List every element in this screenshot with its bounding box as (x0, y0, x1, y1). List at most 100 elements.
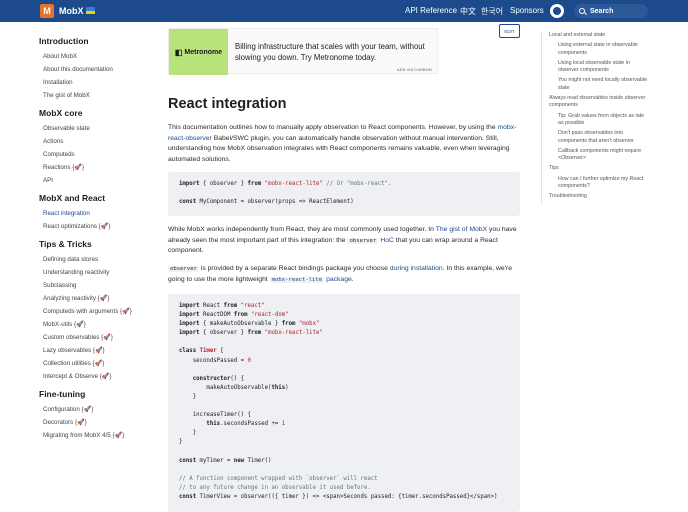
sidebar-item-collection-utilities[interactable]: Collection utilities {🚀} (39, 357, 154, 370)
package-link[interactable]: package (326, 276, 352, 283)
sidebar-item-configuration[interactable]: Configuration {🚀} (39, 403, 154, 416)
sidebar-item-lazy-observables[interactable]: Lazy observables {🚀} (39, 344, 154, 357)
sidebar-section-introduction[interactable]: Introduction (39, 34, 154, 48)
gist-of-mobx-link[interactable]: The gist of MobX (436, 226, 487, 233)
ad-via-carbon[interactable]: ADS VIA CARBON (397, 68, 432, 72)
github-icon[interactable] (550, 4, 564, 18)
code-line: } (179, 393, 197, 400)
ukraine-flag-icon (86, 7, 95, 14)
toc-item-using-local-observable-state-in-observer-components[interactable]: Using local observable state in observer… (542, 60, 649, 75)
inline-code-observer: observer (168, 266, 199, 272)
sidebar-item-analyzing-reactivity[interactable]: Analyzing reactivity {🚀} (39, 292, 154, 305)
code-line: import { observer } from "mobx-react-lit… (179, 181, 392, 187)
toc-item-tip-grab-values-from-objects-as-late-as-possible[interactable]: Tip: Grab values from objects as late as… (542, 113, 649, 128)
integration-paragraph: While MobX works independently from Reac… (168, 225, 520, 257)
carbon-ad[interactable]: ◧ Metronome Billing infrastructure that s… (168, 28, 438, 75)
sidebar-item-reactions[interactable]: Reactions {🚀} (39, 161, 154, 174)
sidebar-item-migrating-from-mobx-4-5[interactable]: Migrating from MobX 4/5 {🚀} (39, 429, 154, 442)
inline-code-observer: observer (347, 237, 379, 244)
code-line: constructor() { (192, 375, 245, 382)
sidebar-section-mobx-and-react[interactable]: MobX and React (39, 191, 154, 205)
brand-name[interactable]: MobX (59, 6, 84, 16)
toc-item-don-t-pass-observables-into-components-that-aren-t-observer[interactable]: Don't pass observables into components t… (542, 130, 649, 145)
sidebar-item-computeds[interactable]: Computeds (39, 148, 154, 161)
sidebar-item-decorators[interactable]: Decorators {🚀} (39, 416, 154, 429)
code-line: // A function component wrapped with `ob… (179, 475, 378, 482)
text: Babel/SWC plugin, you can automatically … (168, 134, 510, 164)
sidebar-item-installation[interactable]: Installation (39, 76, 154, 89)
code-line: this.secondsPassed += 1 (206, 421, 286, 428)
code-line: import ReactDOM from "react-dom" (179, 312, 289, 319)
code-line: import { makeAutoObservable } from "mobx… (179, 321, 320, 328)
inline-code-mobx-react-lite[interactable]: mobx-react-lite (269, 276, 325, 283)
toc-item-using-external-state-in-observable-components[interactable]: Using external state in observable compo… (542, 42, 649, 57)
navbar: M MobX API Reference 中文 한국어 Sponsors Sea… (0, 0, 688, 22)
sidebar-item-intercept-observe[interactable]: Intercept & Observe {🚀} (39, 370, 154, 383)
toc-item-local-and-external-state[interactable]: Local and external state (542, 32, 649, 39)
sidebar-item-mobx-utils[interactable]: MobX-utils {🚀} (39, 318, 154, 331)
intro-paragraph: This documentation outlines how to manua… (168, 123, 520, 166)
sidebar-item-about-mobx[interactable]: About MobX (39, 50, 154, 63)
search-label: Search (590, 7, 614, 15)
table-of-contents: Local and external state Using external s… (541, 32, 649, 204)
sidebar-item-observable-state[interactable]: Observable state (39, 122, 154, 135)
sidebar-item-defining-data-stores[interactable]: Defining data stores (39, 253, 154, 266)
search-button[interactable]: Search (574, 4, 648, 18)
mobx-logo-icon[interactable]: M (40, 4, 54, 18)
sidebar-item-react-optimizations[interactable]: React optimizations {🚀} (39, 220, 154, 233)
code-line: } (179, 430, 197, 437)
sidebar-section-tips-tricks[interactable]: Tips & Tricks (39, 237, 154, 251)
toc-item-how-can-i-further-optimize-my-react-components[interactable]: How can I further optimize my React comp… (542, 176, 649, 191)
ad-text[interactable]: Billing infrastructure that scales with … (235, 41, 435, 63)
code-line: increaseTimer() { (179, 412, 251, 419)
ad-image[interactable]: ◧ Metronome (169, 29, 228, 75)
during-installation-link[interactable]: during installation (390, 265, 443, 272)
sidebar-section-fine-tuning[interactable]: Fine-tuning (39, 387, 154, 401)
sidebar-section-mobx-core[interactable]: MobX core (39, 106, 154, 120)
nav-link-chinese[interactable]: 中文 (460, 6, 476, 17)
bindings-paragraph: observer is provided by a separate React… (168, 265, 512, 283)
edit-button[interactable]: EDIT (499, 24, 520, 38)
sidebar: Introduction About MobX About this documen… (39, 34, 154, 442)
ad-brand: Metronome (184, 48, 223, 56)
code-line: const MyComponent = observer(props => Re… (179, 199, 354, 206)
text: While MobX works independently from Reac… (168, 226, 436, 233)
text: This documentation outlines how to manua… (168, 124, 498, 131)
sidebar-item-the-gist-of-mobx[interactable]: The gist of MobX (39, 89, 154, 102)
nav-link-sponsors[interactable]: Sponsors (510, 6, 544, 15)
nav-link-korean[interactable]: 한국어 (481, 6, 503, 17)
code-block-timer-example: import React from "react" import ReactDOM… (168, 294, 520, 512)
code-line: import React from "react" (179, 303, 265, 309)
page-title: React integration (168, 96, 287, 112)
search-icon (579, 8, 585, 14)
code-line: const myTimer = new Timer() (179, 457, 272, 464)
toc-item-tips[interactable]: Tips (542, 165, 649, 172)
toc-item-callback-components-might-require-observer[interactable]: Callback components might require <Obser… (542, 148, 649, 163)
code-line: // to any future change in an observable… (179, 484, 371, 491)
hoc-link[interactable]: HoC (380, 237, 394, 244)
toc-item-you-might-not-need-locally-observable-state[interactable]: You might not need locally observable st… (542, 77, 649, 92)
code-block-observer-import: import { observer } from "mobx-react-lit… (168, 172, 520, 216)
code-line: const TimerView = observer(({ timer }) =… (179, 493, 498, 500)
toc-item-always-read-observables-inside-observer-components[interactable]: Always read observables inside observer … (542, 95, 649, 110)
sidebar-item-subclassing[interactable]: Subclassing (39, 279, 154, 292)
sidebar-item-understanding-reactivity[interactable]: Understanding reactivity (39, 266, 154, 279)
code-line: } (179, 439, 183, 446)
nav-link-api-reference[interactable]: API Reference (405, 6, 457, 15)
code-line: secondsPassed = 0 (179, 357, 251, 364)
sidebar-item-computeds-with-arguments[interactable]: Computeds with arguments {🚀} (39, 305, 154, 318)
sidebar-item-react-integration[interactable]: React integration (39, 207, 154, 220)
sidebar-item-actions[interactable]: Actions (39, 135, 154, 148)
sidebar-item-api[interactable]: API (39, 174, 154, 187)
sidebar-item-about-this-documentation[interactable]: About this documentation (39, 63, 154, 76)
sidebar-item-custom-observables[interactable]: Custom observables {🚀} (39, 331, 154, 344)
code-line: class Timer { (179, 348, 224, 355)
toc-item-troubleshooting[interactable]: Troubleshooting (542, 193, 649, 200)
code-line: makeAutoObservable(this) (179, 384, 289, 391)
